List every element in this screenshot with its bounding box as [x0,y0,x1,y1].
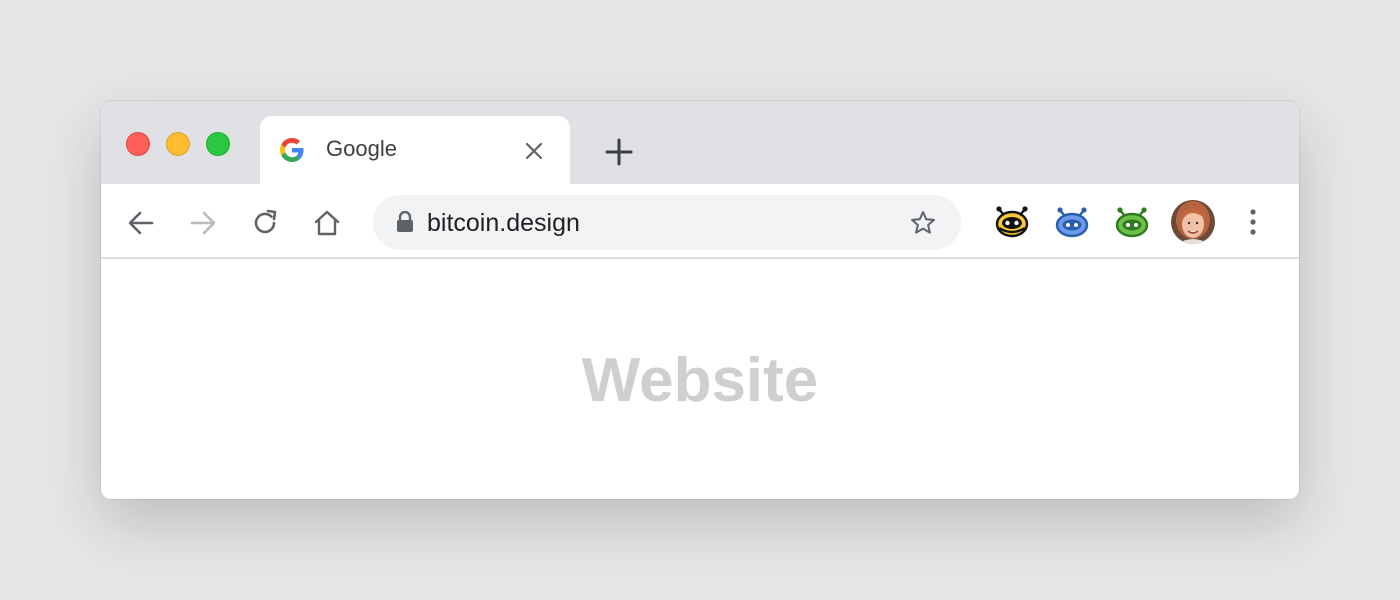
page-content: Website [101,259,1299,499]
close-icon[interactable] [523,140,545,162]
plus-icon[interactable] [604,137,634,167]
browser-toolbar: bitcoin.design [101,184,1299,259]
tab-google[interactable]: Google [260,116,570,186]
green-robot-extension-icon[interactable] [1113,204,1151,240]
star-icon[interactable] [909,209,937,237]
tab-strip: Google [101,101,1299,186]
maximize-window-button[interactable] [206,132,230,156]
tab-title: Google [326,136,397,161]
lock-icon [397,211,413,232]
address-bar[interactable]: bitcoin.design [373,195,961,250]
profile-avatar[interactable] [1171,200,1215,244]
arrow-left-icon[interactable] [126,208,156,238]
minimize-window-button[interactable] [166,132,190,156]
arrow-right-icon[interactable] [188,208,218,238]
reload-icon[interactable] [250,208,280,238]
url-text[interactable]: bitcoin.design [427,209,580,238]
kebab-menu-icon[interactable] [1241,207,1265,237]
profile-photo [1171,200,1215,244]
bee-extension-icon[interactable] [993,204,1031,240]
google-g-icon [280,138,304,162]
blue-robot-extension-icon[interactable] [1053,204,1091,240]
browser-window: Google bitcoin.design Website [101,101,1299,499]
home-icon[interactable] [312,208,342,238]
close-window-button[interactable] [126,132,150,156]
website-placeholder-label: Website [581,346,819,415]
